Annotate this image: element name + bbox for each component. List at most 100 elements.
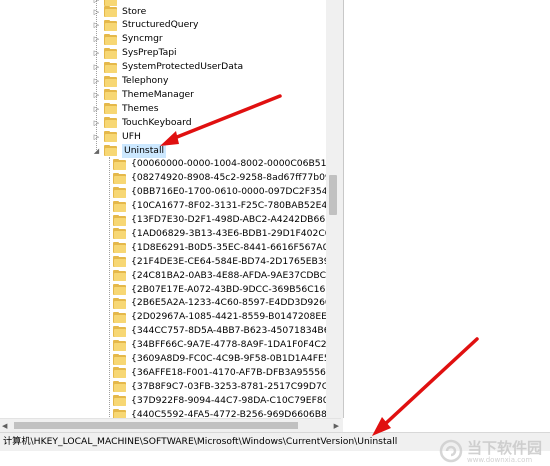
- tree-item-syspreptapi[interactable]: ▷ SysPrepTapi: [92, 46, 177, 60]
- tree-item-store[interactable]: ▷ Store: [92, 5, 146, 19]
- tree-item-label: Syncmgr: [122, 33, 163, 45]
- folder-icon: [104, 75, 118, 87]
- registry-values-pane[interactable]: [343, 0, 550, 418]
- folder-icon: [113, 381, 127, 393]
- tree-child-label: {37D922F8-9094-44C7-98DA-C10C79EF80CD}: [131, 394, 341, 406]
- folder-icon: [113, 256, 127, 268]
- tree-item-themes[interactable]: ▷ Themes: [92, 102, 158, 116]
- tree-child-key[interactable]: {34BFF66C-9A7E-4778-8A9F-1DA1F0F4C22E}: [113, 338, 341, 352]
- tree-child-key[interactable]: {24C81BA2-0AB3-4E88-AFDA-9AE37CDBCA85}: [113, 269, 341, 283]
- tree-item-label: StructuredQuery: [122, 19, 199, 31]
- tree-child-label: {21F4DE3E-CE64-584E-BD74-2D1765EB39DE}: [131, 255, 341, 267]
- expand-arrow-icon[interactable]: ▷: [92, 46, 101, 60]
- folder-icon: [113, 284, 127, 295]
- tree-child-key[interactable]: {2D02967A-1085-4421-8559-B0147208EE13}: [113, 310, 341, 324]
- folder-icon: [104, 47, 118, 59]
- tree-child-key[interactable]: {10CA1677-8F02-3131-F25C-780BAB52E468}: [113, 199, 341, 213]
- folder-icon: [104, 89, 118, 101]
- registry-key-tree: ▷ ▷ Store ▷ StructuredQuery ▷ Syncmgr ▷ SysPrep…: [0, 0, 341, 418]
- scroll-right-icon[interactable]: ▶: [334, 422, 339, 430]
- tree-child-key[interactable]: {2B07E17E-A072-43BD-9DCC-369B56C16698}: [113, 283, 341, 297]
- folder-icon: [113, 311, 127, 323]
- tree-child-label: {2B6E5A2A-1233-4C60-8597-E4DD3D926063}_i…: [131, 297, 341, 309]
- tree-item-structuredquery[interactable]: ▷ StructuredQuery: [92, 18, 199, 32]
- tree-child-label: {2B07E17E-A072-43BD-9DCC-369B56C16698}: [131, 283, 341, 295]
- tree-child-key[interactable]: {37B8F9C7-03FB-3253-8781-2517C99D7C00}: [113, 380, 341, 394]
- tree-child-key[interactable]: {440C5592-4FA5-4772-B256-969D6606B843}: [113, 408, 341, 418]
- folder-icon: [113, 200, 127, 212]
- folder-icon: [104, 19, 118, 31]
- tree-item-label: UFH: [122, 130, 141, 142]
- tree-child-key[interactable]: {2B6E5A2A-1233-4C60-8597-E4DD3D926063}_i…: [113, 296, 341, 310]
- tree-item-label: ThemeManager: [122, 88, 194, 100]
- folder-icon: [113, 214, 127, 226]
- folder-icon: [104, 6, 118, 17]
- tree-child-key[interactable]: {1D8E6291-B0D5-35EC-8441-6616F567A0F7}: [113, 241, 341, 255]
- tree-child-label: {344CC757-8D5A-4BB7-B623-45071834B60C}: [131, 325, 341, 337]
- tree-item-label: Telephony: [122, 75, 169, 86]
- scroll-left-icon[interactable]: ◀: [2, 422, 7, 430]
- folder-icon: [113, 395, 127, 407]
- folder-icon: [104, 33, 118, 45]
- watermark-url: www.downxia.com: [466, 456, 533, 464]
- tree-child-key[interactable]: {00060000-0000-1004-8002-0000C06B5161}: [113, 157, 341, 171]
- horizontal-scrollbar[interactable]: ◀ ▶: [0, 418, 341, 432]
- expand-arrow-icon[interactable]: ▷: [92, 74, 101, 88]
- tree-child-label: {08274920-8908-45c2-9258-8ad67ff77b09}.s…: [131, 172, 341, 184]
- tree-child-guide-line: [109, 157, 110, 418]
- tree-child-label: {1AD06829-3B13-43E6-BDB1-29D1F402C0F7}_i…: [131, 227, 341, 239]
- tree-child-key[interactable]: {08274920-8908-45c2-9258-8ad67ff77b09}.s…: [113, 171, 341, 185]
- tree-item-ufh[interactable]: ▷ UFH: [92, 130, 141, 144]
- folder-icon: [113, 339, 127, 351]
- expand-arrow-icon[interactable]: ▷: [92, 102, 101, 116]
- collapse-arrow-icon[interactable]: ◢: [92, 144, 101, 158]
- tree-child-label: {34BFF66C-9A7E-4778-8A9F-1DA1F0F4C22E}: [131, 339, 341, 351]
- horizontal-scroll-thumb[interactable]: [14, 422, 298, 429]
- tree-child-label: {3609A8D9-FC0C-4C9B-9F58-0B1D1A4FE556}: [131, 353, 341, 364]
- tree-child-key[interactable]: {21F4DE3E-CE64-584E-BD74-2D1765EB39DE}: [113, 255, 341, 269]
- expand-arrow-icon[interactable]: ▷: [92, 32, 101, 46]
- tree-item-label: TouchKeyboard: [122, 116, 192, 128]
- folder-icon: [113, 186, 127, 198]
- vertical-scroll-thumb[interactable]: [329, 175, 337, 215]
- tree-item-syncmgr[interactable]: ▷ Syncmgr: [92, 32, 163, 46]
- expand-arrow-icon[interactable]: ▷: [92, 88, 101, 102]
- tree-child-label: {0BB716E0-1700-0610-0000-097DC2F354DF}: [131, 186, 341, 198]
- folder-icon: [104, 117, 118, 129]
- tree-item-label: SysPrepTapi: [122, 47, 177, 59]
- tree-child-key[interactable]: {344CC757-8D5A-4BB7-B623-45071834B60C}: [113, 324, 341, 338]
- folder-icon: [113, 242, 127, 254]
- expand-arrow-icon[interactable]: ▷: [92, 130, 101, 144]
- folder-icon: [104, 131, 118, 143]
- folder-icon: [113, 172, 127, 184]
- folder-icon: [113, 158, 127, 170]
- tree-child-label: {10CA1677-8F02-3131-F25C-780BAB52E468}: [131, 200, 341, 212]
- folder-icon: [104, 61, 118, 73]
- tree-child-label: {37B8F9C7-03FB-3253-8781-2517C99D7C00}: [131, 380, 341, 392]
- tree-child-label: {00060000-0000-1004-8002-0000C06B5161}: [131, 158, 341, 170]
- tree-item-systemprotecteduserdata[interactable]: ▷ SystemProtectedUserData: [92, 60, 243, 74]
- tree-child-label: {1D8E6291-B0D5-35EC-8441-6616F567A0F7}: [131, 241, 341, 253]
- tree-child-key[interactable]: {13FD7E30-D2F1-498D-ABC2-A4242DB6610E}: [113, 213, 341, 227]
- expand-arrow-icon[interactable]: ▷: [92, 18, 101, 32]
- expand-arrow-icon[interactable]: ▷: [92, 116, 101, 130]
- tree-child-label: {36AFFE18-F001-4170-AF7B-DFB3A9555623}: [131, 366, 341, 378]
- tree-item-thememanager[interactable]: ▷ ThemeManager: [92, 88, 194, 102]
- tree-child-label: {24C81BA2-0AB3-4E88-AFDA-9AE37CDBCA85}: [131, 269, 341, 281]
- vertical-scrollbar[interactable]: [326, 0, 340, 418]
- tree-item-telephony[interactable]: ▷ Telephony: [92, 74, 168, 88]
- tree-child-key[interactable]: {3609A8D9-FC0C-4C9B-9F58-0B1D1A4FE556}: [113, 352, 341, 366]
- folder-icon: [113, 409, 127, 418]
- folder-icon: [113, 325, 127, 337]
- folder-icon: [104, 145, 118, 156]
- folder-icon: [113, 270, 127, 282]
- tree-item-touchkeyboard[interactable]: ▷ TouchKeyboard: [92, 116, 192, 130]
- tree-child-key[interactable]: {37D922F8-9094-44C7-98DA-C10C79EF80CD}: [113, 394, 341, 408]
- tree-item-uninstall[interactable]: ◢ Uninstall: [92, 143, 167, 158]
- expand-arrow-icon[interactable]: ▷: [92, 60, 101, 74]
- tree-child-key[interactable]: {0BB716E0-1700-0610-0000-097DC2F354DF}: [113, 185, 341, 199]
- tree-child-label: {13FD7E30-D2F1-498D-ABC2-A4242DB6610E}: [131, 214, 341, 225]
- tree-child-key[interactable]: {36AFFE18-F001-4170-AF7B-DFB3A9555623}: [113, 366, 341, 380]
- tree-child-key[interactable]: {1AD06829-3B13-43E6-BDB1-29D1F402C0F7}_i…: [113, 227, 341, 241]
- expand-arrow-icon[interactable]: ▷: [92, 5, 101, 19]
